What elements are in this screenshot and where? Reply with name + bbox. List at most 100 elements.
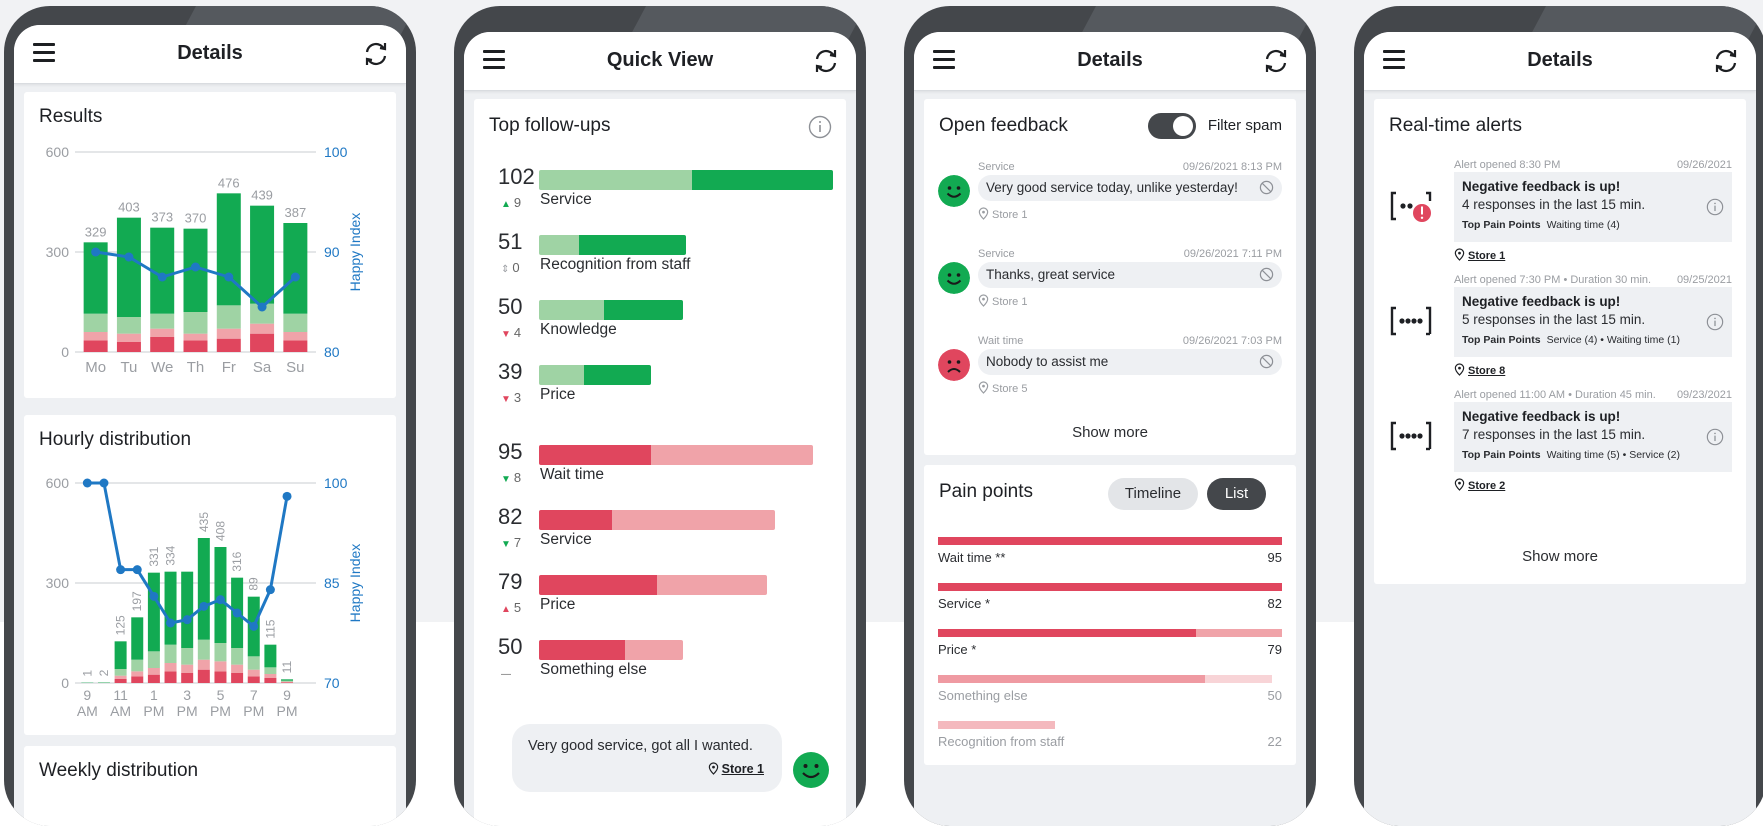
feedback-bubble: Very good service today, unlike yesterda…: [978, 175, 1282, 201]
bar-segment: [539, 640, 625, 660]
bar-segment: [1196, 629, 1282, 637]
happy-index-point: [224, 273, 233, 282]
follow-up-count: 79: [498, 569, 522, 595]
alert-store-label: Store 1: [1468, 250, 1505, 262]
pain-point-item[interactable]: Service *82: [938, 583, 1282, 623]
bar-segment: [184, 312, 208, 334]
alert-detail: 5 responses in the last 15 min.: [1462, 312, 1645, 327]
y2-axis-title: Happy Index: [347, 544, 363, 623]
phone-screen: Details Results 03006008090100Happy Inde…: [14, 25, 406, 826]
bar-segment: [231, 648, 243, 665]
feedback-item[interactable]: Service09/26/2021 7:11 PMThanks, great s…: [938, 248, 1282, 320]
follow-up-change: ▲9: [501, 195, 521, 210]
list-tab[interactable]: List: [1207, 478, 1266, 510]
bar-value-label: 2: [97, 669, 111, 676]
follow-up-label: Service: [540, 531, 592, 549]
phone-details-alerts: Details Real-time alerts Alert opened 8:…: [1354, 6, 1763, 826]
phone-screen: Details Open feedback Filter spam Servic…: [914, 32, 1306, 826]
alert-store-link[interactable]: Store 2: [1454, 478, 1505, 492]
timeline-tab[interactable]: Timeline: [1108, 478, 1198, 510]
x-tick-label: 9: [283, 687, 291, 703]
spam-icon[interactable]: [1259, 180, 1274, 195]
refresh-icon[interactable]: [812, 47, 840, 75]
pain-point-item[interactable]: Recognition from staff22: [938, 721, 1282, 761]
comment-store[interactable]: Store 1: [708, 762, 764, 776]
y-tick-label: 600: [46, 144, 70, 160]
feedback-store-label: Store 1: [992, 209, 1027, 221]
alert-store-link[interactable]: Store 1: [1454, 248, 1505, 262]
follow-up-change: ▼3: [501, 390, 521, 405]
bar-segment: [131, 660, 143, 672]
show-more-alerts-button[interactable]: Show more: [1374, 548, 1746, 565]
x-tick-label: Mo: [85, 359, 106, 376]
follow-up-label: Price: [540, 596, 575, 614]
happy-index-point: [91, 248, 100, 257]
feedback-store: Store 5: [978, 381, 1027, 395]
info-icon[interactable]: [808, 115, 832, 139]
bar-segment: [539, 300, 604, 320]
filter-spam-toggle[interactable]: [1148, 113, 1196, 139]
follow-up-count: 39: [498, 359, 522, 385]
info-icon[interactable]: [1706, 313, 1724, 331]
feedback-item[interactable]: Service09/26/2021 8:13 PMVery good servi…: [938, 161, 1282, 233]
bar-segment: [248, 670, 260, 677]
bar-segment: [264, 674, 276, 678]
follow-up-count: 51: [498, 229, 522, 255]
bar-segment: [217, 193, 241, 305]
feedback-store: Store 1: [978, 207, 1027, 221]
spam-icon[interactable]: [1259, 354, 1274, 369]
follow-ups-title: Top follow-ups: [489, 115, 610, 137]
pain-point-item[interactable]: Price *79: [938, 629, 1282, 669]
x-tick-label: AM: [110, 703, 131, 719]
refresh-icon[interactable]: [1262, 47, 1290, 75]
follow-up-bar: [539, 170, 833, 190]
real-time-alerts-card: Real-time alerts Alert opened 8:30 PM09/…: [1374, 99, 1746, 584]
alert-item[interactable]: Alert opened 8:30 PM09/26/2021Negative f…: [1388, 159, 1732, 269]
follow-up-bar: [539, 235, 686, 255]
alert-store-label: Store 8: [1468, 365, 1505, 377]
feedback-item[interactable]: Wait time09/26/2021 7:03 PMNobody to ass…: [938, 335, 1282, 407]
alert-store-link[interactable]: Store 8: [1454, 363, 1505, 377]
refresh-icon[interactable]: [362, 40, 390, 68]
y2-tick-label: 100: [324, 475, 348, 491]
page-title: Details: [914, 49, 1306, 72]
bar-segment: [214, 671, 226, 683]
location-icon: [1454, 248, 1465, 261]
pain-point-item[interactable]: Wait time **95: [938, 537, 1282, 577]
bar-segment: [84, 314, 108, 332]
bar-segment: [231, 673, 243, 683]
happy-index-point: [266, 585, 275, 594]
alert-item[interactable]: Alert opened 11:00 AM • Duration 45 min.…: [1388, 389, 1732, 499]
pain-point-item[interactable]: Something else50: [938, 675, 1282, 715]
alert-opened: Alert opened 11:00 AM • Duration 45 min.: [1454, 389, 1656, 401]
bar-segment: [539, 510, 612, 530]
follow-up-bar: [539, 510, 775, 530]
x-tick-label: AM: [77, 703, 98, 719]
alert-item[interactable]: Alert opened 7:30 PM • Duration 30 min.0…: [1388, 274, 1732, 384]
spam-icon[interactable]: [1259, 267, 1274, 282]
info-icon[interactable]: [1706, 428, 1724, 446]
feedback-category: Wait time: [978, 335, 1023, 347]
follow-up-count: 82: [498, 504, 522, 530]
bar-segment: [281, 682, 293, 683]
filter-spam-label: Filter spam: [1208, 117, 1282, 134]
follow-up-change-value: 3: [514, 390, 521, 405]
alert-pain-label: Top Pain Points: [1462, 334, 1541, 346]
pain-point-value: 82: [1268, 596, 1282, 611]
show-more-feedback-button[interactable]: Show more: [924, 424, 1296, 441]
follow-up-bar: [539, 445, 813, 465]
x-tick-label: Th: [187, 359, 205, 376]
feedback-store: Store 1: [978, 294, 1027, 308]
bar-segment: [214, 661, 226, 671]
refresh-icon[interactable]: [1712, 47, 1740, 75]
bar-segment: [181, 648, 193, 665]
results-card: Results 03006008090100Happy Index3294033…: [24, 92, 396, 398]
happy-index-point: [116, 565, 125, 574]
weekly-card: Weekly distribution: [24, 746, 396, 826]
bar-segment: [148, 675, 160, 683]
bar-segment: [938, 629, 1196, 637]
bar-segment: [283, 332, 307, 340]
y2-tick-label: 85: [324, 575, 340, 591]
bar-segment: [651, 445, 812, 465]
info-icon[interactable]: [1706, 198, 1724, 216]
